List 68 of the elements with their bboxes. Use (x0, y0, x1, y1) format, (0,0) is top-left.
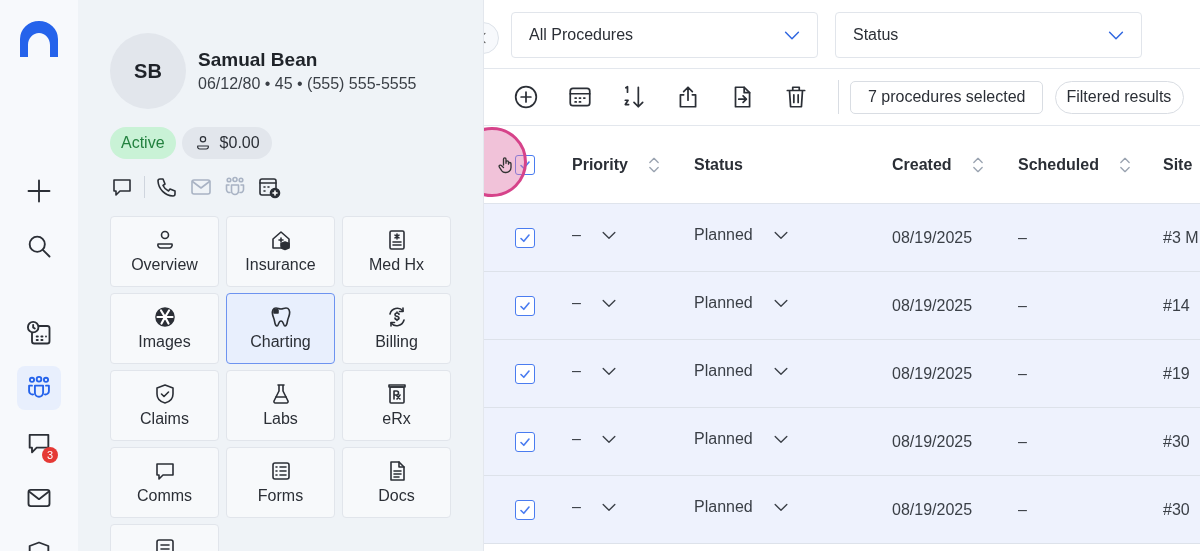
table-cell: – (1018, 364, 1027, 383)
checkbox[interactable] (515, 499, 535, 520)
column-header[interactable]: Created (892, 155, 952, 174)
table-cell: #30 (1163, 500, 1190, 519)
table-cell: Planned (694, 497, 753, 516)
dropdown[interactable]: Status (835, 12, 1142, 58)
dropdown[interactable]: All Procedures (511, 12, 818, 58)
table-cell: 08/19/2025 (892, 228, 973, 247)
column-header[interactable]: Status (694, 155, 743, 174)
table-cell: 08/19/2025 (892, 296, 973, 315)
table-cell: #19 (1163, 364, 1190, 383)
nav-tile[interactable]: Overview (110, 216, 219, 287)
plus-icon (25, 177, 53, 205)
calendar-clock-icon (25, 319, 53, 347)
nav-tile[interactable]: Claims (110, 370, 219, 441)
column-header[interactable]: Priority (572, 155, 628, 174)
nav-tile[interactable]: Med Hx (342, 216, 451, 287)
table-cell: – (572, 293, 581, 312)
patient-name: Samual Bean (198, 49, 319, 71)
table-cell: – (572, 225, 581, 244)
checkbox[interactable] (515, 295, 535, 316)
table-cell: #14 (1163, 296, 1190, 315)
nav-tile[interactable]: Insurance (226, 216, 335, 287)
checkbox[interactable] (515, 363, 535, 384)
nav-tile[interactable]: Billing (342, 293, 451, 364)
add-icon[interactable] (513, 84, 539, 110)
trash-icon[interactable] (783, 84, 809, 110)
phone-icon[interactable] (155, 175, 179, 199)
avatar: SB (110, 33, 186, 109)
table-cell: 08/19/2025 (892, 500, 973, 519)
checkbox[interactable] (515, 154, 535, 175)
nav-tile[interactable]: Docs (342, 447, 451, 518)
table-cell: – (572, 429, 581, 448)
column-header[interactable]: Site (1163, 155, 1193, 174)
nav-button[interactable]: 3 (17, 421, 61, 465)
patient-details: 06/12/80 • 45 • (555) 555-5555 (198, 75, 417, 93)
nav-tile[interactable]: Labs (226, 370, 335, 441)
checkbox[interactable] (515, 431, 535, 452)
table-cell: – (572, 361, 581, 380)
table-cell: #30 (1163, 432, 1190, 451)
table-cell: – (1018, 432, 1027, 451)
balance-badge: $0.00 (181, 127, 272, 159)
table-cell: Planned (694, 293, 753, 312)
table-cell: – (1018, 228, 1027, 247)
status-badge: Active (110, 127, 176, 159)
table-cell: 08/19/2025 (892, 432, 973, 451)
calendar-plus-icon[interactable] (257, 175, 281, 199)
nav-tile[interactable]: Comms (110, 447, 219, 518)
table-cell: – (1018, 296, 1027, 315)
selection-count-button[interactable]: 7 procedures selected (850, 80, 1044, 114)
table-cell: Planned (694, 225, 753, 244)
notification-badge: 3 (42, 447, 58, 463)
sort-icon[interactable] (621, 84, 647, 110)
table-cell: – (572, 497, 581, 516)
table-cell: #3 M (1163, 228, 1199, 247)
table-cell: Planned (694, 429, 753, 448)
radiation-icon (152, 305, 177, 329)
table-cell: – (1018, 500, 1027, 519)
column-header[interactable]: Scheduled (1018, 155, 1099, 174)
nav-tile[interactable]: eRx (342, 370, 451, 441)
nav-tile[interactable]: Forms (226, 447, 335, 518)
nav-tile[interactable]: Images (110, 293, 219, 364)
checkbox[interactable] (515, 227, 535, 248)
table-cell: 08/19/2025 (892, 364, 973, 383)
logo-icon (20, 21, 58, 57)
calendar-icon[interactable] (567, 84, 593, 110)
nav-tile[interactable]: Charting (226, 293, 335, 364)
table-cell: Planned (694, 361, 753, 380)
